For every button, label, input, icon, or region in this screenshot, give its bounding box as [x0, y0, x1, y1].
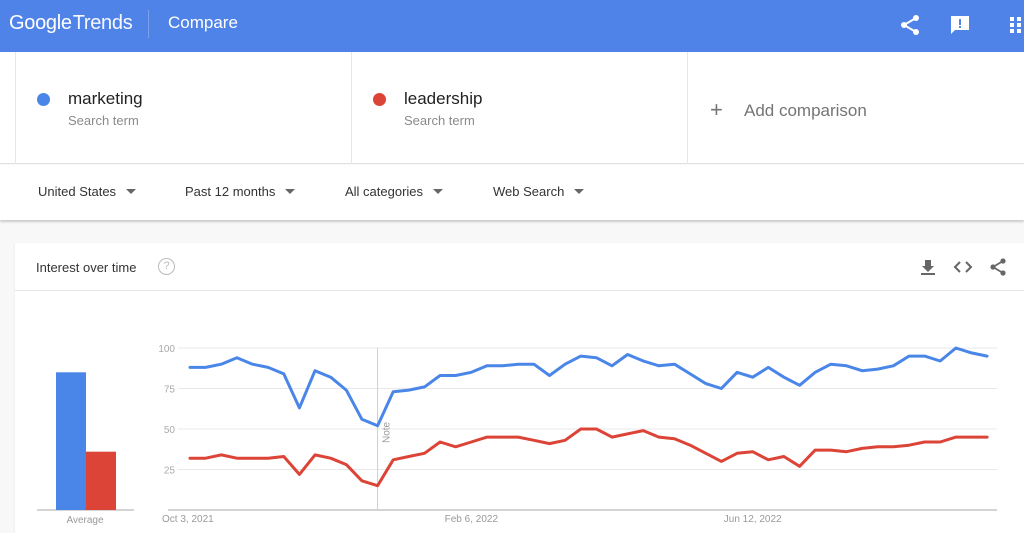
note-label: Note: [382, 421, 393, 443]
y-tick-label: 75: [164, 385, 176, 396]
interest-chart: Average 25 50 75 100 Oct 3, 2021 Feb 6, 2022…: [37, 344, 997, 526]
average-label: Average: [66, 515, 104, 526]
average-bar-marketing: [56, 372, 86, 510]
x-axis-ticks: Oct 3, 2021 Feb 6, 2022 Jun 12, 2022: [162, 514, 782, 525]
x-tick-label: Feb 6, 2022: [445, 514, 499, 525]
y-tick-label: 50: [164, 425, 176, 436]
y-axis-ticks: 25 50 75 100: [158, 344, 175, 477]
y-tick-label: 25: [164, 466, 176, 477]
series-line-leadership: [188, 427, 989, 488]
average-bar-leadership: [86, 451, 116, 510]
y-tick-label: 100: [158, 344, 175, 355]
x-tick-label: Jun 12, 2022: [724, 514, 782, 525]
x-tick-label: Oct 3, 2021: [162, 514, 214, 525]
average-bar-chart: Average: [37, 372, 134, 526]
series-line-marketing: [188, 346, 989, 428]
series-lines: [188, 346, 989, 488]
